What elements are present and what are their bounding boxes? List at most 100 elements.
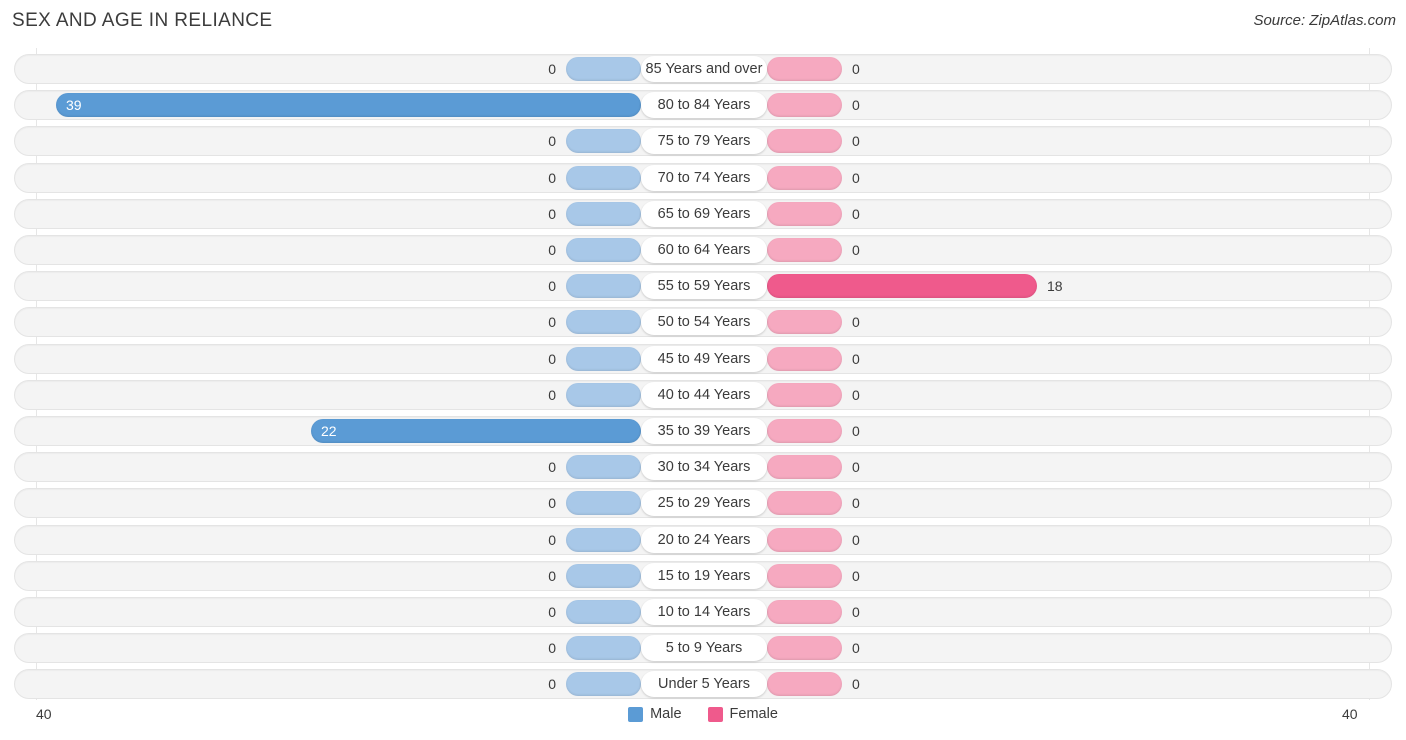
bar-female[interactable]: [767, 346, 842, 371]
bar-male[interactable]: [56, 93, 641, 118]
bar-value-female: 0: [852, 604, 860, 620]
age-group-label: 45 to 49 Years: [641, 345, 767, 372]
age-group-label: 40 to 44 Years: [641, 381, 767, 408]
bar-value-male: 0: [548, 567, 556, 584]
legend-label-male: Male: [650, 706, 682, 722]
age-group-label: Under 5 Years: [641, 671, 767, 698]
age-group-label: 60 to 64 Years: [641, 237, 767, 263]
table-row[interactable]: 0 0 65 to 69 Years: [14, 198, 1392, 229]
bar-male[interactable]: [566, 57, 641, 81]
table-row[interactable]: 0 0 60 to 64 Years: [14, 235, 1392, 265]
bar-male[interactable]: [566, 527, 641, 552]
bar-value-male: 0: [548, 350, 556, 367]
legend-item-male[interactable]: Male: [628, 706, 682, 722]
age-group-label: 20 to 24 Years: [641, 526, 767, 553]
bar-male[interactable]: [566, 274, 641, 299]
row-bars: 0 0 60 to 64 Years: [15, 236, 1393, 264]
bar-male[interactable]: [566, 310, 641, 335]
bar-value-female: 0: [852, 640, 860, 657]
bar-male[interactable]: [566, 600, 641, 624]
row-bars: 0 18 55 to 59 Years: [15, 272, 1393, 300]
table-row[interactable]: 0 18 55 to 59 Years: [14, 271, 1393, 302]
bar-value-female: 0: [852, 531, 860, 548]
bar-female[interactable]: [767, 238, 842, 262]
chart-page: SEX AND AGE IN RELIANCE Source: ZipAtlas…: [0, 0, 1406, 740]
bar-value-male: 0: [548, 278, 556, 295]
bar-female[interactable]: [767, 310, 842, 335]
bar-female[interactable]: [767, 129, 842, 154]
bar-male[interactable]: [566, 382, 641, 407]
age-group-label: 55 to 59 Years: [641, 273, 767, 300]
bar-female[interactable]: [767, 491, 842, 516]
table-row[interactable]: 39 0 80 to 84 Years: [14, 90, 1392, 121]
row-bars: 0 0 85 Years and over: [15, 55, 1393, 83]
bar-male[interactable]: [566, 455, 641, 480]
bar-male[interactable]: [566, 636, 641, 661]
table-row[interactable]: 0 0 30 to 34 Years: [14, 452, 1392, 483]
bar-male[interactable]: [566, 672, 641, 697]
age-group-label: 25 to 29 Years: [641, 490, 767, 517]
table-row[interactable]: 0 0 25 to 29 Years: [14, 488, 1392, 519]
bar-female[interactable]: [767, 274, 1037, 299]
table-row[interactable]: 0 0 40 to 44 Years: [14, 379, 1392, 410]
age-group-label: 15 to 19 Years: [641, 562, 767, 589]
bar-value-male: 22: [321, 423, 337, 439]
table-row[interactable]: 0 0 Under 5 Years: [14, 669, 1393, 700]
bar-value-female: 0: [852, 61, 860, 77]
bar-male[interactable]: [566, 346, 641, 371]
table-row[interactable]: 0 0 20 to 24 Years: [14, 524, 1392, 555]
bar-female[interactable]: [767, 563, 842, 588]
bar-male[interactable]: [566, 563, 641, 588]
bar-value-female: 0: [852, 423, 860, 439]
table-row[interactable]: 0 0 75 to 79 Years: [14, 126, 1392, 157]
page-title: SEX AND AGE IN RELIANCE: [12, 10, 273, 31]
row-bars: 22 0 35 to 39 Years: [15, 417, 1393, 445]
legend-swatch-female-icon: [707, 706, 723, 722]
age-group-label: 10 to 14 Years: [641, 599, 767, 625]
age-group-label: 75 to 79 Years: [641, 128, 767, 155]
table-row[interactable]: 0 0 70 to 74 Years: [14, 162, 1393, 193]
table-row[interactable]: 0 0 45 to 49 Years: [14, 343, 1392, 374]
bar-female[interactable]: [767, 165, 842, 190]
row-bars: 0 0 5 to 9 Years: [15, 634, 1393, 662]
bar-female[interactable]: [767, 93, 842, 118]
table-row[interactable]: 0 0 50 to 54 Years: [14, 307, 1393, 338]
bar-male[interactable]: [566, 129, 641, 154]
bar-female[interactable]: [767, 382, 842, 407]
row-bars: 0 0 50 to 54 Years: [15, 308, 1393, 336]
bar-value-male: 0: [548, 676, 556, 693]
bar-male[interactable]: [566, 165, 641, 190]
bar-male[interactable]: [566, 201, 641, 226]
bar-value-male: 39: [66, 97, 82, 114]
bar-female[interactable]: [767, 57, 842, 81]
bar-female[interactable]: [767, 672, 842, 697]
bar-female[interactable]: [767, 419, 842, 443]
bar-value-female: 0: [852, 676, 860, 693]
legend-swatch-male-icon: [628, 706, 644, 722]
bar-value-female: 0: [852, 350, 860, 367]
bar-female[interactable]: [767, 455, 842, 480]
bar-value-male: 0: [548, 531, 556, 548]
table-row[interactable]: 22 0 35 to 39 Years: [14, 416, 1392, 446]
bar-female[interactable]: [767, 600, 842, 624]
age-group-label: 70 to 74 Years: [641, 164, 767, 191]
table-row[interactable]: 0 0 5 to 9 Years: [14, 633, 1393, 664]
row-bars: 0 0 Under 5 Years: [15, 670, 1393, 698]
chart-legend: Male Female: [0, 706, 1406, 722]
bar-female[interactable]: [767, 201, 842, 226]
bar-male[interactable]: [566, 491, 641, 516]
source-attribution: Source: ZipAtlas.com: [1253, 12, 1396, 29]
bar-male[interactable]: [566, 238, 641, 262]
bar-female[interactable]: [767, 527, 842, 552]
bar-female[interactable]: [767, 636, 842, 661]
row-bars: 0 0 70 to 74 Years: [15, 164, 1393, 192]
bar-value-male: 0: [548, 386, 556, 403]
legend-item-female[interactable]: Female: [707, 706, 778, 722]
row-bars: 0 0 15 to 19 Years: [15, 562, 1393, 590]
table-row[interactable]: 0 0 10 to 14 Years: [14, 597, 1392, 627]
table-row[interactable]: 0 0 15 to 19 Years: [14, 560, 1393, 591]
table-row[interactable]: 0 0 85 Years and over: [14, 54, 1392, 84]
age-group-label: 35 to 39 Years: [641, 418, 767, 444]
bar-value-male: 0: [548, 640, 556, 657]
chart-footer: 40 40 Male Female: [0, 700, 1406, 740]
